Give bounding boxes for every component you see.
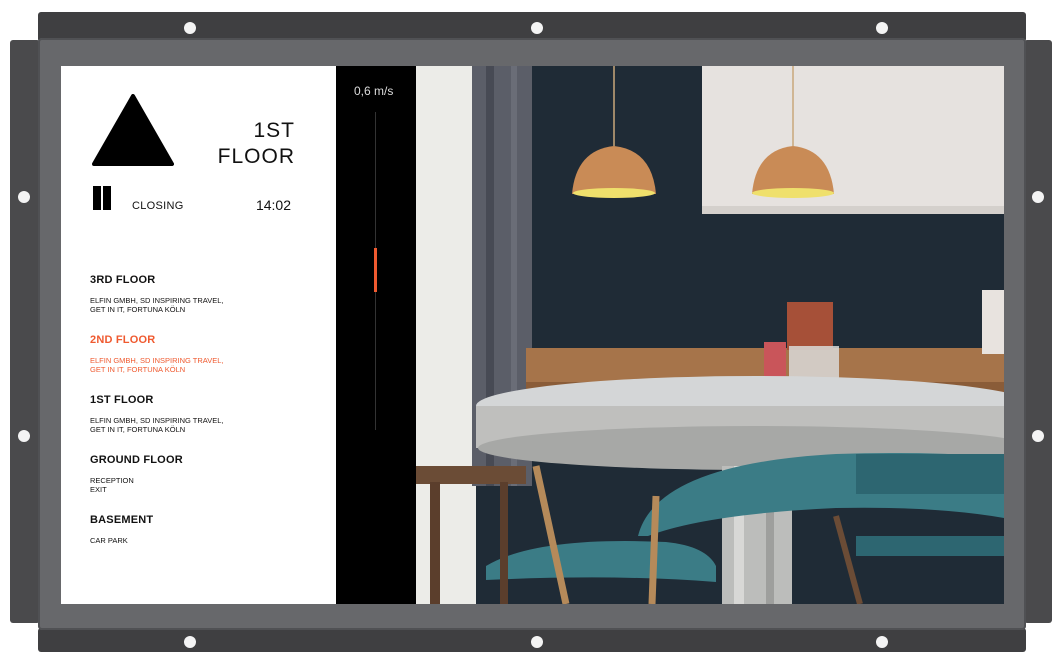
speed-indicator: 0,6 m/s bbox=[336, 66, 416, 604]
mount-hole-icon bbox=[184, 636, 196, 648]
floor-item: 3RD FLOOR ELFIN GMBH, SD INSPIRING TRAVEL… bbox=[90, 274, 320, 314]
floor-name: 1ST FLOOR bbox=[90, 394, 154, 406]
floor-directory: 3RD FLOOR ELFIN GMBH, SD INSPIRING TRAVEL… bbox=[90, 274, 320, 565]
floor-item: 2ND FLOOR ELFIN GMBH, SD INSPIRING TRAVEL… bbox=[90, 334, 320, 374]
right-mount-bracket bbox=[1024, 40, 1052, 623]
mount-hole-icon bbox=[1032, 191, 1044, 203]
mount-hole-icon bbox=[531, 22, 543, 34]
floor-tenants: ELFIN GMBH, SD INSPIRING TRAVEL, GET IN … bbox=[90, 296, 224, 314]
floor-item: BASEMENT CAR PARK bbox=[90, 514, 320, 545]
clock: 14:02 bbox=[255, 197, 291, 213]
floor-tenants: ELFIN GMBH, SD INSPIRING TRAVEL, GET IN … bbox=[90, 356, 224, 374]
floor-tenants: ELFIN GMBH, SD INSPIRING TRAVEL, GET IN … bbox=[90, 416, 224, 434]
floor-name: 2ND FLOOR bbox=[90, 334, 156, 346]
floor-name: 3RD FLOOR bbox=[90, 274, 156, 286]
door-status: CLOSING bbox=[132, 200, 184, 212]
mount-hole-icon bbox=[184, 22, 196, 34]
floor-name: GROUND FLOOR bbox=[90, 454, 183, 466]
floor-tenants: RECEPTION EXIT bbox=[90, 476, 134, 494]
door-icon bbox=[93, 186, 111, 210]
mount-hole-icon bbox=[876, 22, 888, 34]
floor-item: 1ST FLOOR ELFIN GMBH, SD INSPIRING TRAVEL… bbox=[90, 394, 320, 434]
mount-hole-icon bbox=[531, 636, 543, 648]
restaurant-photo bbox=[416, 66, 1004, 604]
advertising-photo bbox=[416, 66, 1004, 604]
current-floor: 1ST FLOOR bbox=[217, 119, 295, 168]
mount-hole-icon bbox=[18, 191, 30, 203]
up-arrow-icon bbox=[92, 94, 174, 166]
mount-hole-icon bbox=[18, 430, 30, 442]
mount-hole-icon bbox=[1032, 430, 1044, 442]
info-panel: 1ST FLOOR CLOSING 14:02 3RD FLOOR ELFIN G… bbox=[61, 66, 336, 604]
cabin-position-marker bbox=[374, 248, 377, 292]
left-mount-bracket bbox=[10, 40, 40, 623]
mount-hole-icon bbox=[876, 636, 888, 648]
floor-item: GROUND FLOOR RECEPTION EXIT bbox=[90, 454, 320, 494]
speed-label: 0,6 m/s bbox=[354, 84, 394, 98]
floor-name: BASEMENT bbox=[90, 514, 154, 526]
floor-tenants: CAR PARK bbox=[90, 536, 128, 545]
display-frame: 1ST FLOOR CLOSING 14:02 3RD FLOOR ELFIN G… bbox=[0, 0, 1052, 653]
elevator-screen: 1ST FLOOR CLOSING 14:02 3RD FLOOR ELFIN G… bbox=[61, 66, 1004, 604]
